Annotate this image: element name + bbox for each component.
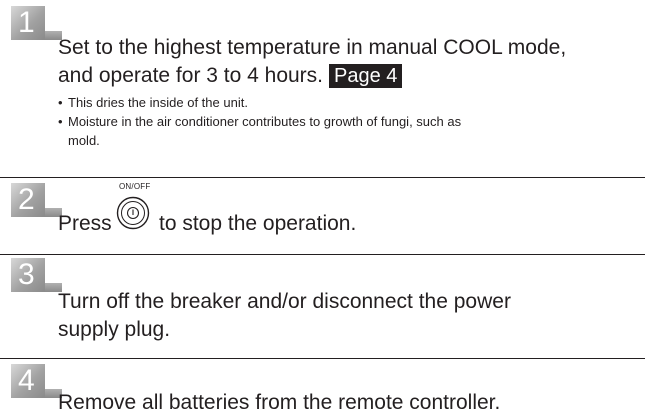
step-number-3: 3 [11,258,45,292]
divider [0,358,645,359]
note-item: This dries the inside of the unit. [58,93,643,112]
step-3-text-line-2: supply plug. [58,318,171,341]
step-3-text-line-1: Turn off the breaker and/or disconnect t… [58,290,511,313]
step-1-text-line-2-content: and operate for 3 to 4 hours. [58,64,324,87]
power-button-icon [116,196,150,230]
note-item-continuation: mold. [68,133,100,148]
page-reference-link[interactable]: Page 4 [329,64,403,88]
divider [0,177,645,178]
note-item: Moisture in the air conditioner contribu… [58,112,643,131]
step-1-text-line-2: and operate for 3 to 4 hours. Page 4 [58,62,403,89]
step-2-suffix-text: to stop the operation. [159,212,357,235]
step-2-press-text: Press [58,212,112,235]
step-number-1: 1 [11,6,45,40]
on-off-label: ON/OFF [119,182,151,191]
step-number-4: 4 [11,364,45,398]
step-1-text-line-1: Set to the highest temperature in manual… [58,36,567,59]
divider [0,254,645,255]
step-1-notes: This dries the inside of the unit. Moist… [58,93,643,150]
step-number-2: 2 [11,183,45,217]
step-4-text-line-1: Remove all batteries from the remote con… [58,391,501,414]
